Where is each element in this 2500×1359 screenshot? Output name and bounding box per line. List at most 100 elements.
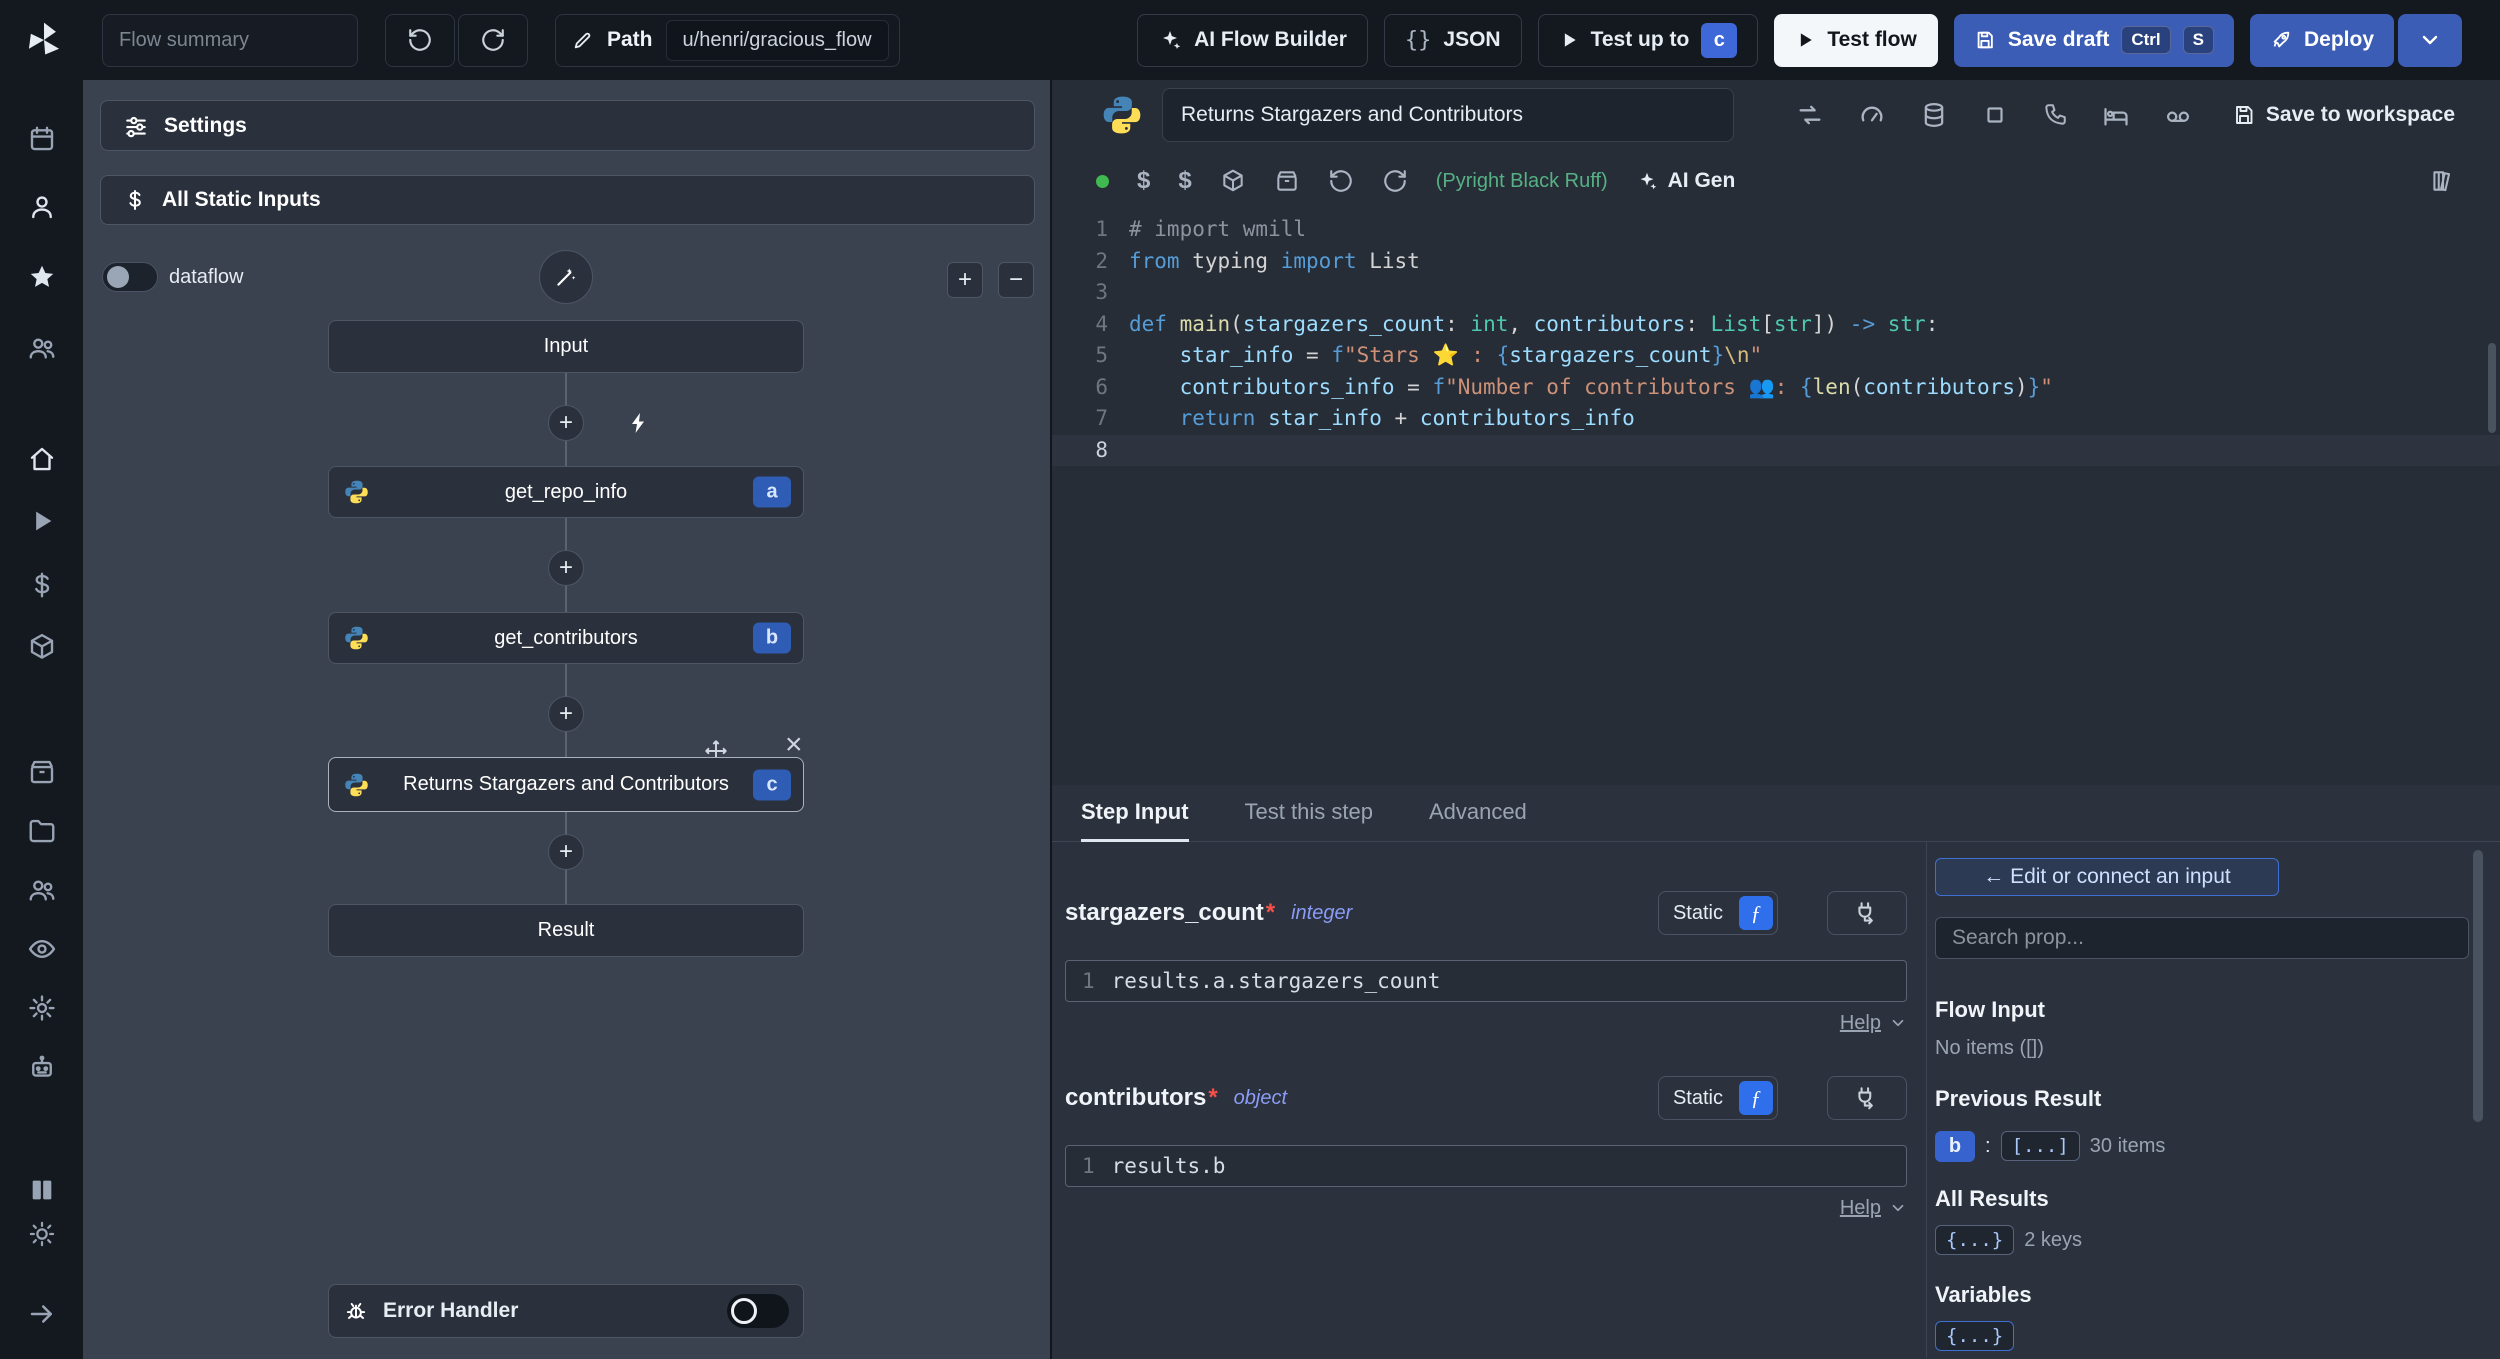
- resource-picker-icon[interactable]: $: [1178, 167, 1191, 195]
- connect-panel-scrollbar[interactable]: [2473, 850, 2483, 1122]
- deploy-dropdown-button[interactable]: [2398, 13, 2462, 67]
- phone-icon[interactable]: [2042, 102, 2068, 128]
- save-draft-button[interactable]: Save draft Ctrl S: [1953, 13, 2234, 67]
- add-step-button[interactable]: +: [548, 696, 584, 732]
- expr-value[interactable]: results.b: [1112, 1154, 1226, 1178]
- test-up-to-button[interactable]: Test up to c: [1537, 13, 1759, 67]
- calendar-icon[interactable]: [20, 119, 64, 159]
- tab-test-this-step[interactable]: Test this step: [1245, 785, 1373, 842]
- square-icon[interactable]: [1982, 102, 2008, 128]
- reset-icon[interactable]: [1328, 168, 1354, 194]
- gauge-icon[interactable]: [1858, 101, 1886, 129]
- redo-button[interactable]: [458, 13, 528, 67]
- package-icon[interactable]: [1220, 168, 1246, 194]
- object-preview-chip[interactable]: {...}: [1935, 1321, 2015, 1351]
- expand-arrow-right-icon[interactable]: [20, 1294, 64, 1334]
- users-icon[interactable]: [20, 328, 64, 368]
- library-icon[interactable]: [2429, 168, 2455, 194]
- code-line[interactable]: 1 # import wmill: [1052, 214, 2500, 246]
- code-line[interactable]: 4 def main(stargazers_count: int, contrib…: [1052, 309, 2500, 341]
- ai-gen-button[interactable]: AI Gen: [1636, 169, 1735, 193]
- expr-editor[interactable]: 1 results.b: [1065, 1145, 1907, 1187]
- test-flow-button[interactable]: Test flow: [1774, 13, 1938, 67]
- path-control[interactable]: Path u/henri/gracious_flow: [555, 13, 900, 67]
- deploy-button[interactable]: Deploy: [2249, 13, 2394, 67]
- resources-cube-icon[interactable]: [20, 627, 64, 667]
- node-step-a[interactable]: get_repo_info a: [328, 466, 804, 518]
- save-to-workspace-button[interactable]: Save to workspace: [2232, 103, 2455, 127]
- input-mode-toggle[interactable]: Static ƒ: [1657, 891, 1778, 935]
- step-title-input[interactable]: [1162, 88, 1734, 142]
- code-line[interactable]: 3: [1052, 277, 2500, 309]
- home-icon[interactable]: [20, 439, 64, 479]
- variables-dollar-icon[interactable]: [20, 565, 64, 605]
- expr-value[interactable]: results.a.stargazers_count: [1112, 969, 1441, 993]
- folders-icon[interactable]: [20, 811, 64, 851]
- delete-step-icon[interactable]: ×: [785, 730, 803, 760]
- error-handler-toggle[interactable]: [727, 1294, 789, 1328]
- flow-summary-input[interactable]: [102, 13, 358, 67]
- code-line[interactable]: 8: [1052, 434, 2500, 466]
- node-step-c-selected[interactable]: Returns Stargazers and Contributors c: [328, 757, 804, 812]
- add-step-button[interactable]: +: [548, 550, 584, 586]
- array-preview-chip[interactable]: [...]: [2000, 1131, 2080, 1161]
- object-preview-chip[interactable]: {...}: [1935, 1225, 2015, 1255]
- connect-input-button[interactable]: [1827, 891, 1907, 935]
- dataflow-toggle[interactable]: [102, 262, 158, 292]
- input-mode-toggle[interactable]: Static ƒ: [1657, 1076, 1778, 1120]
- database-icon[interactable]: [1920, 101, 1948, 129]
- all-static-inputs-button[interactable]: All Static Inputs: [100, 175, 1035, 225]
- code-line[interactable]: 7 return star_info + contributors_info: [1052, 403, 2500, 435]
- editor-scrollbar[interactable]: [2488, 343, 2496, 433]
- add-step-button[interactable]: +: [548, 405, 584, 441]
- code-line[interactable]: 6 contributors_info = f"Number of contri…: [1052, 372, 2500, 404]
- code-area[interactable]: 1 # import wmill 2 from typing import List 3…: [1052, 212, 2500, 466]
- trigger-bolt-icon[interactable]: [623, 407, 655, 439]
- search-prop-input[interactable]: [1935, 917, 2469, 959]
- eye-icon[interactable]: [20, 929, 64, 969]
- star-icon[interactable]: [20, 257, 64, 297]
- fx-mode-icon[interactable]: ƒ: [1739, 1081, 1773, 1115]
- auto-layout-wand-button[interactable]: [539, 250, 593, 304]
- theme-sun-icon[interactable]: [20, 1214, 64, 1254]
- runs-play-icon[interactable]: [20, 501, 64, 541]
- zoom-out-button[interactable]: −: [998, 262, 1034, 298]
- bed-icon[interactable]: [2102, 101, 2130, 129]
- edit-or-connect-button[interactable]: ← Edit or connect an input: [1935, 858, 2279, 896]
- add-step-button[interactable]: +: [548, 834, 584, 870]
- expr-editor[interactable]: 1 results.a.stargazers_count: [1065, 960, 1907, 1002]
- code-line[interactable]: 5 star_info = f"Stars ⭐ : {stargazers_co…: [1052, 340, 2500, 372]
- zoom-in-button[interactable]: +: [947, 262, 983, 298]
- windmill-logo-icon[interactable]: [21, 17, 67, 63]
- tab-step-input[interactable]: Step Input: [1081, 785, 1189, 842]
- path-value[interactable]: u/henri/gracious_flow: [665, 19, 889, 61]
- step-id-chip[interactable]: b: [1935, 1130, 1975, 1162]
- columns-layout-icon[interactable]: [20, 1170, 64, 1210]
- test-up-to-step-badge[interactable]: c: [1701, 22, 1738, 58]
- ai-flow-builder-button[interactable]: AI Flow Builder: [1137, 13, 1368, 67]
- fx-mode-icon[interactable]: ƒ: [1739, 896, 1773, 930]
- groups-icon[interactable]: [20, 870, 64, 910]
- help-link[interactable]: Help: [1840, 1197, 1881, 1220]
- variable-picker-icon[interactable]: $: [1137, 167, 1150, 195]
- gear-icon[interactable]: [20, 988, 64, 1028]
- flow-settings-button[interactable]: Settings: [100, 100, 1035, 151]
- connect-input-button[interactable]: [1827, 1076, 1907, 1120]
- code-line[interactable]: 2 from typing import List: [1052, 246, 2500, 278]
- robot-icon[interactable]: [20, 1048, 64, 1088]
- node-result[interactable]: Result: [328, 904, 804, 957]
- package-icon[interactable]: [1274, 168, 1300, 194]
- node-step-b[interactable]: get_contributors b: [328, 612, 804, 664]
- help-link[interactable]: Help: [1840, 1012, 1881, 1035]
- loop-arrows-icon[interactable]: [1796, 101, 1824, 129]
- json-button[interactable]: {} JSON: [1383, 13, 1522, 67]
- undo-button[interactable]: [385, 13, 455, 67]
- node-input[interactable]: Input: [328, 320, 804, 373]
- user-icon[interactable]: [20, 187, 64, 227]
- chevron-down-icon[interactable]: [1889, 1014, 1907, 1032]
- tab-advanced[interactable]: Advanced: [1429, 785, 1527, 842]
- apps-box-icon[interactable]: [20, 752, 64, 792]
- reload-icon[interactable]: [1382, 168, 1408, 194]
- chevron-down-icon[interactable]: [1889, 1199, 1907, 1217]
- voicemail-icon[interactable]: [2164, 101, 2192, 129]
